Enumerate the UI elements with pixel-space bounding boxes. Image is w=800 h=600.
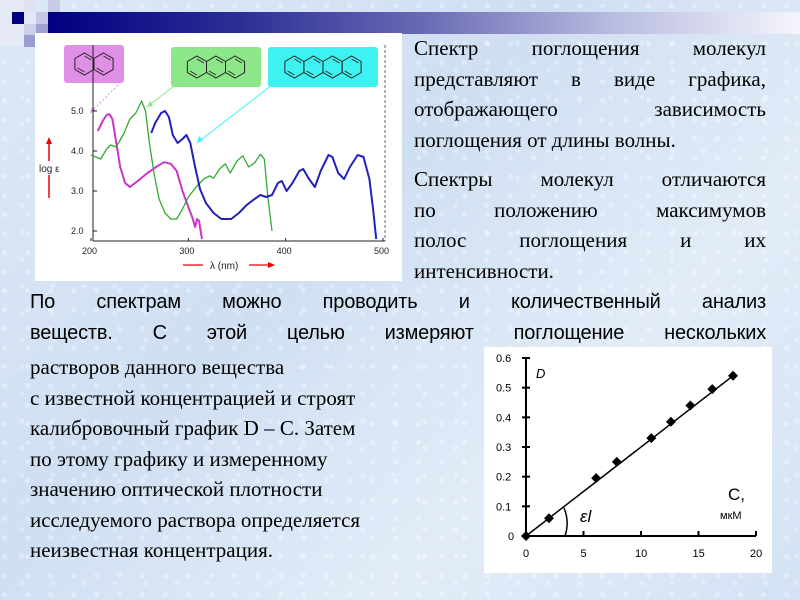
x-tick-label: 15: [693, 548, 705, 560]
spectrum-chart: 200 300 400 500 2.0 3.0 4.0 5.0 log ε λ (nm): [39, 45, 389, 272]
text-line: Спектр поглощения молекул: [414, 36, 766, 60]
y-tick-label: 0.1: [496, 501, 511, 513]
spectrum-description: Спектр поглощения молекул представляют в…: [414, 33, 766, 155]
spectrum-ylabel: log ε: [39, 164, 60, 175]
y-tick-label: 0.5: [496, 383, 511, 395]
y-tick-label: 5.0: [71, 106, 84, 116]
naphthalene-pointer-arrow: [89, 84, 119, 114]
calibration-chart: 0 5 10 15 20 0 0.1 0.2 0.3 0.4 0.5 0.6 D C, мкМ εl: [496, 353, 762, 560]
text-line: с известной концентрацией и строят: [30, 385, 356, 410]
text-line: по этому графику и измеренному: [30, 446, 328, 471]
y-tick-label: 0.2: [496, 472, 511, 484]
calib-ylabel: D: [536, 366, 545, 381]
text-line: по положению максимумов: [414, 197, 766, 222]
y-tick-label: 0: [508, 531, 514, 543]
x-tick-label: 500: [374, 246, 389, 256]
text-line: исследуемого раствора определяется: [30, 507, 361, 532]
y-tick-label: 3.0: [71, 186, 84, 196]
tetracene-pointer-arrow: [196, 84, 273, 144]
spectrum-curves: [90, 100, 378, 240]
text-line: Спектры молекул отличаются: [414, 167, 766, 191]
data-point: [611, 456, 622, 467]
x-tick-label: 10: [635, 548, 647, 560]
text-line: полос поглощения и их: [414, 228, 766, 252]
text-line: калибровочный график D – C. Затем: [30, 416, 356, 440]
text-line: По спектрам можно проводить и количестве…: [30, 291, 766, 313]
text-line: поглощения от длины волны.: [414, 127, 676, 152]
spectrum-xlabel: λ (nm): [210, 261, 238, 272]
y-tick-label: 4.0: [71, 146, 84, 156]
text-line: веществ. С этой целью измеряют поглощени…: [30, 321, 766, 344]
decor-square-mid: [36, 12, 48, 24]
fit-line: [525, 375, 734, 537]
decor-square-light: [24, 12, 36, 24]
slope-angle-arc: [563, 507, 568, 537]
x-arrow-right-icon: [268, 262, 275, 268]
x-tick-label: 200: [82, 246, 97, 256]
absorption-spectrum-figure: 200 300 400 500 2.0 3.0 4.0 5.0 log ε λ (nm): [35, 33, 402, 281]
spectrum-difference-description: Спектры молекул отличаются по положению …: [414, 164, 766, 286]
decor-square-light: [48, 0, 60, 12]
decor-square-mid: [24, 35, 35, 47]
data-point: [707, 384, 718, 395]
y-tick-label: 0.4: [496, 412, 511, 424]
molecule-anthracene: [171, 47, 261, 87]
quantitative-analysis-intro: По спектрам можно проводить и количестве…: [30, 287, 766, 348]
slope-angle-label: εl: [580, 507, 592, 526]
spectrum-ticks: 200 300 400 500 2.0 3.0 4.0 5.0: [71, 106, 389, 256]
y-arrow-up-icon: [46, 137, 52, 144]
tetracene-arrowhead: [197, 136, 203, 143]
calibration-description: растворов данного вещества с известной к…: [30, 352, 470, 566]
x-tick-label: 400: [277, 246, 292, 256]
x-tick-label: 0: [523, 548, 529, 560]
data-point: [685, 400, 696, 411]
text-line: интенсивности.: [414, 258, 554, 283]
x-tick-label: 20: [750, 548, 762, 560]
calib-xlabel-main: C,: [728, 485, 745, 504]
title-bar: [48, 12, 800, 34]
molecule-tetracene: [268, 47, 378, 87]
x-tick-label: 300: [179, 246, 194, 256]
calib-xlabel-unit: мкМ: [720, 510, 742, 522]
decor-square-navy: [12, 12, 24, 24]
molecule-naphthalene: [64, 45, 124, 83]
data-point: [665, 416, 676, 427]
text-line: растворов данного вещества: [30, 355, 285, 379]
data-point: [591, 473, 602, 484]
text-line: значению оптической плотности: [30, 477, 323, 501]
x-tick-label: 5: [581, 548, 587, 560]
text-line: представляют в виде графика,: [414, 66, 766, 91]
anthracene-box: [171, 47, 261, 87]
curve-naphthalene: [96, 113, 203, 240]
anthracene-arrowhead: [147, 101, 153, 107]
y-tick-label: 0.6: [496, 353, 511, 365]
y-tick-label: 0.3: [496, 442, 511, 454]
curve-anthracene: [90, 100, 273, 232]
calibration-chart-figure: 0 5 10 15 20 0 0.1 0.2 0.3 0.4 0.5 0.6 D C, мкМ εl: [484, 347, 772, 573]
y-tick-label: 2.0: [71, 226, 84, 236]
text-line: отображающего зависимость: [414, 97, 766, 121]
text-line: неизвестная концентрация.: [30, 538, 274, 562]
decor-square-light: [24, 0, 36, 12]
curve-tetracene: [150, 110, 378, 240]
calib-plot: [521, 370, 738, 541]
